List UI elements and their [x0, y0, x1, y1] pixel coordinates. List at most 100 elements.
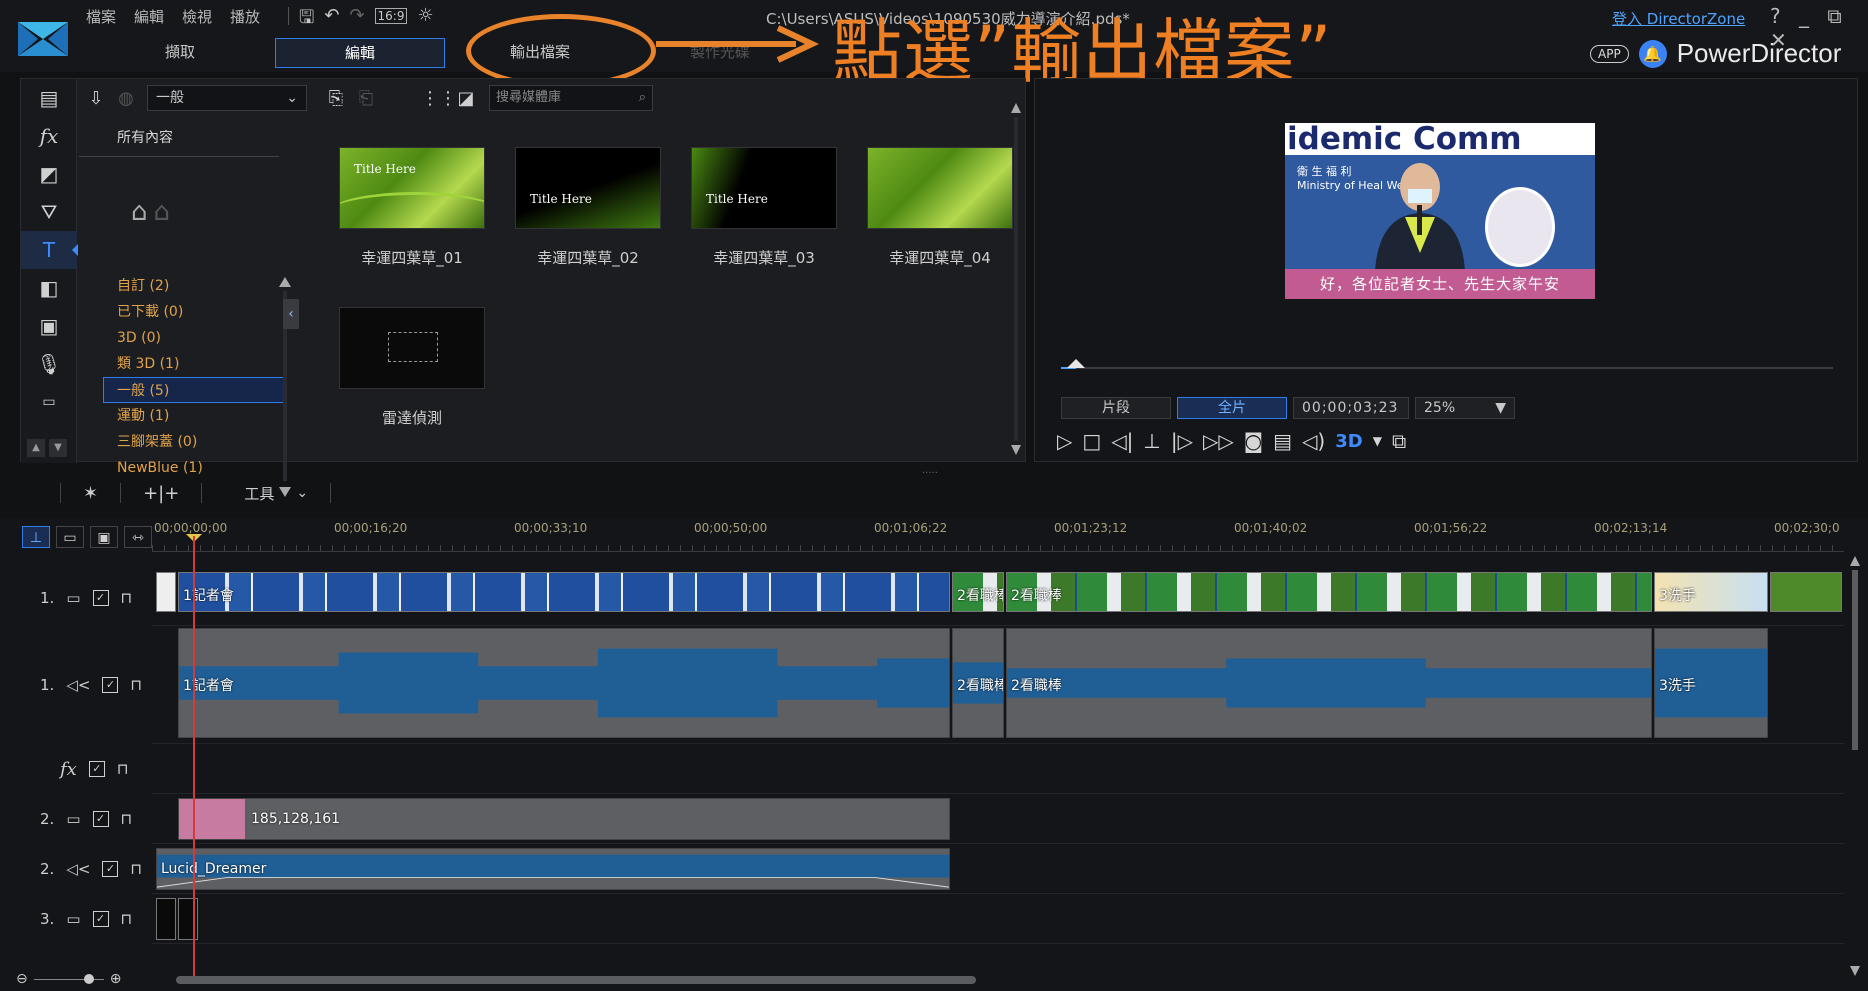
zoom-out-icon[interactable]: ⊖ [16, 971, 28, 987]
tab-edit[interactable]: 編輯 [275, 38, 445, 68]
fx-room-icon[interactable]: fx [21, 117, 77, 155]
download-globe-icon[interactable]: ◍ [111, 88, 141, 109]
voiceover-microphone-icon[interactable]: 🎙 [21, 345, 77, 383]
movie-mode-button[interactable]: 全片 [1177, 397, 1287, 419]
color-board-clip[interactable]: 185,128,161 [178, 798, 950, 840]
clip-mode-button[interactable]: 片段 [1061, 397, 1171, 419]
seek-knob[interactable] [1067, 359, 1086, 368]
split-tool-icon[interactable]: +|+ [143, 483, 179, 504]
stop-icon[interactable]: □ [1082, 429, 1101, 453]
undo-icon[interactable]: ↶ [324, 5, 339, 35]
subtitles-icon[interactable]: ▤ [1273, 429, 1292, 453]
audio-track-2[interactable]: Lucid_Dreamer [152, 844, 1844, 894]
category-item[interactable]: 運動 (1) [79, 403, 284, 429]
track-enable-checkbox[interactable]: ✓ [92, 590, 109, 606]
video-clip[interactable] [1770, 572, 1842, 612]
scroll-up-icon[interactable]: ▲ [27, 439, 45, 457]
video-track-1[interactable]: 1記者會 2看職棒 2看職棒 3洗手 [152, 556, 1844, 626]
3d-mode-icon[interactable]: 3D [1335, 431, 1362, 452]
zoom-select[interactable]: 25% ▼ [1415, 397, 1515, 419]
menu-file[interactable]: 檔案 [86, 6, 116, 27]
track-lock-icon[interactable]: ⊓ [117, 760, 129, 778]
previous-frame-icon[interactable]: ◁| [1111, 429, 1133, 453]
zoom-in-icon[interactable]: ⊕ [110, 971, 122, 987]
fast-forward-icon[interactable]: ▷▷ [1203, 429, 1234, 453]
category-item[interactable]: 3D (0) [79, 325, 284, 351]
track-enable-checkbox[interactable]: ✓ [92, 811, 109, 827]
scroll-down-icon[interactable]: ▼ [49, 439, 67, 457]
pip-room-icon[interactable]: ◩ [21, 155, 77, 193]
title-clip[interactable] [156, 898, 176, 940]
volume-icon[interactable]: ◁) [1302, 429, 1325, 453]
timeline-vertical-scrollbar[interactable] [1850, 556, 1860, 976]
menu-playback[interactable]: 播放 [230, 6, 260, 27]
track-enable-checkbox[interactable]: ✓ [102, 677, 119, 693]
add-tag-icon[interactable]: ⌂ [131, 197, 154, 227]
library-scrollbar[interactable] [1011, 103, 1021, 455]
track-lock-icon[interactable]: ⊓ [130, 676, 142, 694]
particle-room-icon[interactable]: ⛛ [21, 193, 77, 231]
sort-icon[interactable]: ◪ [451, 88, 481, 109]
template-item[interactable]: 幸運四葉草_04 [867, 147, 1013, 268]
track-lock-icon[interactable]: ⊓ [121, 810, 133, 828]
music-clip[interactable]: Lucid_Dreamer [156, 848, 950, 890]
settings-gear-icon[interactable]: ☼ [417, 5, 433, 35]
track-height-icon[interactable]: ⇿ [124, 526, 152, 548]
snapshot-camera-icon[interactable]: ◙ [1244, 429, 1263, 453]
category-item[interactable]: 自訂 (2) [79, 273, 284, 299]
template-item[interactable]: Title Here 幸運四葉草_02 [515, 147, 661, 268]
template-item[interactable]: Title Here 幸運四葉草_01 [339, 147, 485, 268]
audio-clip[interactable]: 2看職棒 [1006, 628, 1652, 738]
timeline-view-icon[interactable]: ⊥ [22, 526, 50, 548]
aspect-ratio-selector[interactable]: 16:9 [374, 8, 408, 24]
media-room-icon[interactable]: ▤ [21, 79, 77, 117]
search-icon[interactable]: ⌕ [639, 86, 646, 110]
video-clip[interactable] [156, 572, 176, 612]
scroll-thumb[interactable] [176, 976, 976, 984]
audio-clip[interactable]: 2看職棒 [952, 628, 1004, 738]
video-clip[interactable]: 2看職棒 [1006, 572, 1652, 612]
track-lock-icon[interactable]: ⊓ [121, 589, 133, 607]
library-search-input[interactable]: 搜尋媒體庫 ⌕ [489, 85, 653, 111]
track-enable-checkbox[interactable]: ✓ [102, 861, 119, 877]
audio-clip[interactable]: 1記者會 [178, 628, 950, 738]
category-dropdown[interactable]: 一般 ⌄ [147, 85, 307, 111]
timeline-horizontal-scrollbar[interactable] [170, 975, 1830, 985]
chapter-room-icon[interactable]: ▭ [21, 383, 77, 421]
collapse-panel-chevron-left-icon[interactable]: ‹ [283, 299, 299, 329]
template-item[interactable]: 雷達偵測 [339, 307, 485, 428]
timecode-display[interactable]: 00;00;03;23 [1293, 397, 1409, 419]
chevron-down-icon[interactable]: ⌄ [296, 485, 308, 501]
preview-seek-slider[interactable] [1061, 359, 1833, 369]
template-item[interactable]: Title Here 幸運四葉草_03 [691, 147, 837, 268]
redo-icon[interactable]: ↷ [349, 5, 364, 35]
video-clip[interactable]: 3洗手 [1654, 572, 1768, 612]
track-enable-checkbox[interactable]: ✓ [88, 761, 105, 777]
preview-frame[interactable]: idemic Comm 衛 生 福 利 Ministry of Heal Wel… [1285, 123, 1595, 299]
3d-dropdown-icon[interactable]: ▼ [1373, 434, 1382, 448]
modify-title-icon[interactable]: ⎗ [351, 88, 381, 109]
menu-edit[interactable]: 編輯 [134, 6, 164, 27]
timeline-ruler[interactable]: 00;00;00;00 00;00;16;20 00;00;33;10 00;00;5… [152, 518, 1844, 552]
import-media-icon[interactable]: ⇩ [81, 88, 111, 109]
audio-clip[interactable]: 3洗手 [1654, 628, 1768, 738]
zoom-slider[interactable] [33, 973, 104, 984]
category-item[interactable]: 類 3D (1) [79, 351, 284, 377]
app-badge[interactable]: APP [1590, 44, 1629, 63]
fit-project-icon[interactable]: ▣ [90, 526, 118, 548]
magic-tools-icon[interactable]: ✶ [83, 483, 98, 504]
category-item[interactable]: 已下載 (0) [79, 299, 284, 325]
track-lock-icon[interactable]: ⊓ [130, 860, 142, 878]
fx-track[interactable] [152, 744, 1844, 794]
play-icon[interactable]: ▷ [1057, 429, 1072, 453]
undock-preview-icon[interactable]: ⧉ [1392, 429, 1406, 453]
save-icon[interactable]: 🖫 [299, 5, 314, 35]
audio-mixing-room-icon[interactable]: ▣ [21, 307, 77, 345]
storyboard-view-icon[interactable]: ▭ [56, 526, 84, 548]
all-content-item[interactable]: 所有內容 [79, 117, 279, 157]
audio-track-1[interactable]: 1記者會 2看職棒 2看職棒 3洗手 [152, 626, 1844, 744]
category-item[interactable]: 三腳架蓋 (0) [79, 429, 284, 455]
video-track-3[interactable] [152, 894, 1844, 944]
transition-room-icon[interactable]: ◧ [21, 269, 77, 307]
remove-tag-icon[interactable]: ⌂ [154, 197, 177, 227]
